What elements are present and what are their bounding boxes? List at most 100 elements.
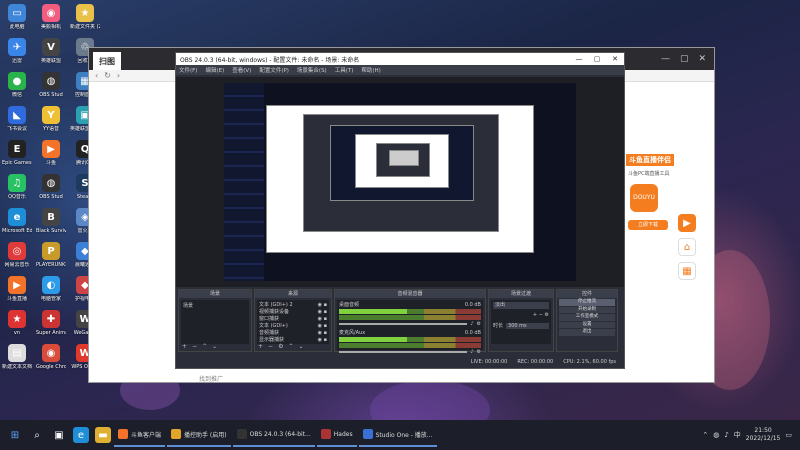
desktop-icon[interactable]: ✚ Super Animal Ro... bbox=[36, 310, 66, 336]
desktop-icon[interactable]: ◉ Google Chrome bbox=[36, 344, 66, 370]
desktop-icon[interactable]: ◉ 美颜相机 bbox=[36, 4, 66, 30]
desktop-icon[interactable]: ◣ 飞书会议 bbox=[2, 106, 32, 132]
desktop-icon[interactable]: Y YY语音 bbox=[36, 106, 66, 132]
search-icon[interactable]: ⌕ bbox=[29, 427, 45, 443]
gear-icon[interactable]: ⚙ bbox=[477, 321, 481, 327]
move-up-icon[interactable]: ⌃ bbox=[202, 343, 207, 350]
obs-window[interactable]: OBS 24.0.3 (64-bit, windows) - 配置文件: 未命名… bbox=[175, 52, 625, 369]
taskbar-app[interactable]: 斗鱼客户端 bbox=[114, 423, 166, 447]
control-button[interactable]: 开始录制 bbox=[559, 306, 615, 313]
control-button[interactable]: 退出 bbox=[559, 329, 615, 336]
desktop-icon[interactable]: ◐ 电脑管家 bbox=[36, 276, 66, 302]
download-button[interactable]: 立即下载 bbox=[628, 220, 668, 230]
window-maximize-icon[interactable]: ▢ bbox=[680, 54, 689, 64]
obs-menu-item[interactable]: 配置文件(P) bbox=[259, 66, 289, 74]
file-explorer-icon[interactable]: ▬ bbox=[95, 427, 111, 443]
obs-menu-item[interactable]: 编辑(E) bbox=[205, 66, 224, 74]
network-icon[interactable]: ◍ bbox=[713, 431, 719, 439]
desktop-icon[interactable]: ▶ 斗鱼 bbox=[36, 140, 66, 166]
desktop-icon[interactable]: ▭ 此电脑 bbox=[2, 4, 32, 30]
gamepad-icon[interactable]: ▦ bbox=[678, 262, 696, 280]
desktop-icon[interactable]: ▶ 斗鱼直播 bbox=[2, 276, 32, 302]
desktop-icon[interactable]: B Black Survival bbox=[36, 208, 66, 234]
obs-menu-item[interactable]: 查看(V) bbox=[232, 66, 251, 74]
desktop-icon[interactable]: e Microsoft Edge bbox=[2, 208, 32, 234]
volume-slider[interactable] bbox=[339, 323, 468, 325]
close-icon[interactable]: ✕ bbox=[606, 55, 624, 63]
control-button[interactable]: 工作室模式 bbox=[559, 314, 615, 321]
volume-slider[interactable] bbox=[339, 351, 468, 353]
add-icon[interactable]: + bbox=[182, 343, 187, 350]
taskbar-app[interactable]: Hades bbox=[316, 423, 357, 447]
task-view-icon[interactable]: ▣ bbox=[51, 427, 67, 443]
ime-icon[interactable]: 中 bbox=[734, 430, 741, 440]
desktop-icon[interactable]: P PLAYERUNKNOWN'S BATTLEGROUNDS bbox=[36, 242, 66, 268]
add-icon[interactable]: + bbox=[258, 343, 263, 350]
source-item[interactable]: 文本 (GDI+) ◉ ▪ bbox=[259, 323, 327, 330]
control-button[interactable]: 停止推流 bbox=[559, 299, 615, 306]
eye-icon[interactable]: ◉ ▪ bbox=[318, 330, 327, 337]
remove-icon[interactable]: − bbox=[268, 343, 273, 350]
move-down-icon[interactable]: ⌄ bbox=[298, 343, 303, 350]
remove-icon[interactable]: − bbox=[192, 343, 197, 350]
desktop-icon[interactable]: V 英雄联盟 bbox=[36, 38, 66, 64]
eye-icon[interactable]: ◉ ▪ bbox=[318, 337, 327, 344]
desktop-icon[interactable]: ◍ OBS Stud bbox=[36, 174, 66, 200]
desktop-icon[interactable]: ● 微信 bbox=[2, 72, 32, 98]
volume-icon[interactable]: ♪ bbox=[724, 431, 728, 439]
move-up-icon[interactable]: ⌃ bbox=[288, 343, 293, 350]
obs-preview-area[interactable] bbox=[176, 77, 624, 287]
sources-list[interactable]: 文本 (GDI+) 2 ◉ ▪ 视频捕获设备 ◉ ▪ 窗口捕获 ◉ ▪ 文本 (GDI+) ◉… bbox=[257, 300, 329, 344]
gear-icon[interactable]: ⚙ bbox=[545, 312, 549, 318]
desktop-icon[interactable]: ♫ QQ音乐 bbox=[2, 174, 32, 200]
taskbar-app[interactable]: OBS 24.0.3 (64-bit... bbox=[232, 423, 315, 447]
eye-icon[interactable]: ◉ ▪ bbox=[318, 302, 327, 309]
eye-icon[interactable]: ◉ ▪ bbox=[318, 316, 327, 323]
forward-icon[interactable]: › bbox=[117, 71, 120, 80]
desktop-icon[interactable]: ★ 新建文件夹 (2) bbox=[70, 4, 100, 30]
obs-menu-item[interactable]: 工具(T) bbox=[335, 66, 354, 74]
home-icon[interactable]: ⌂ bbox=[678, 238, 696, 256]
taskbar-app[interactable]: Studio One - 播放... bbox=[358, 423, 437, 447]
desktop-icon[interactable]: ◎ 网易云音乐 bbox=[2, 242, 32, 268]
desktop-icon[interactable]: ✈ 迅雷 bbox=[2, 38, 32, 64]
windows-start-icon[interactable]: ⊞ bbox=[7, 427, 23, 443]
obs-menu-item[interactable]: 场景集合(S) bbox=[297, 66, 327, 74]
gear-icon[interactable]: ⚙ bbox=[278, 343, 283, 350]
source-item[interactable]: 视频捕获设备 ◉ ▪ bbox=[259, 309, 327, 316]
desktop-icon[interactable]: ★ vn bbox=[2, 310, 32, 336]
desktop-icon[interactable]: E Epic Games Launcher bbox=[2, 140, 32, 166]
eye-icon[interactable]: ◉ ▪ bbox=[318, 323, 327, 330]
duration-input[interactable]: 300 ms bbox=[506, 322, 549, 329]
remove-icon[interactable]: − bbox=[539, 312, 543, 318]
move-down-icon[interactable]: ⌄ bbox=[212, 343, 217, 350]
refresh-icon[interactable]: ↻ bbox=[104, 71, 111, 80]
clock[interactable]: 21:50 2022/12/15 bbox=[746, 427, 781, 443]
tray-overflow-icon[interactable]: ⌃ bbox=[702, 431, 708, 439]
back-icon[interactable]: ‹ bbox=[95, 71, 98, 80]
desktop-icon[interactable]: ◍ OBS Stud bbox=[36, 72, 66, 98]
desktop-icon[interactable]: ▤ 新建文本文档 bbox=[2, 344, 32, 370]
scene-item[interactable]: 场景 bbox=[183, 302, 247, 309]
taskbar-app[interactable]: 播控助手 (启用) bbox=[167, 423, 231, 447]
scenes-list[interactable]: 场景 bbox=[181, 300, 249, 344]
obs-menu-item[interactable]: 文件(F) bbox=[179, 66, 197, 74]
control-button[interactable]: 设置 bbox=[559, 321, 615, 328]
maximize-icon[interactable]: ▢ bbox=[588, 55, 606, 63]
eye-icon[interactable]: ◉ ▪ bbox=[318, 309, 327, 316]
transition-select[interactable]: 淡出 bbox=[493, 302, 549, 309]
obs-menu-item[interactable]: 帮助(H) bbox=[361, 66, 380, 74]
browser-tab[interactable]: 扫图 bbox=[93, 52, 121, 70]
source-item[interactable]: 音频捕获 ◉ ▪ bbox=[259, 330, 327, 337]
speaker-icon[interactable]: ♪ bbox=[470, 321, 473, 327]
window-close-icon[interactable]: ✕ bbox=[698, 54, 706, 64]
notification-icon[interactable]: ▭ bbox=[785, 431, 792, 439]
edge-icon[interactable]: e bbox=[73, 427, 89, 443]
obs-preview-canvas[interactable] bbox=[224, 83, 576, 281]
play-icon[interactable]: ▶ bbox=[678, 214, 696, 232]
add-icon[interactable]: + bbox=[533, 312, 537, 318]
source-item[interactable]: 文本 (GDI+) 2 ◉ ▪ bbox=[259, 302, 327, 309]
window-minimize-icon[interactable]: — bbox=[661, 54, 670, 64]
browser-footer-text[interactable]: 找到推广 bbox=[199, 374, 223, 383]
source-item[interactable]: 窗口捕获 ◉ ▪ bbox=[259, 316, 327, 323]
